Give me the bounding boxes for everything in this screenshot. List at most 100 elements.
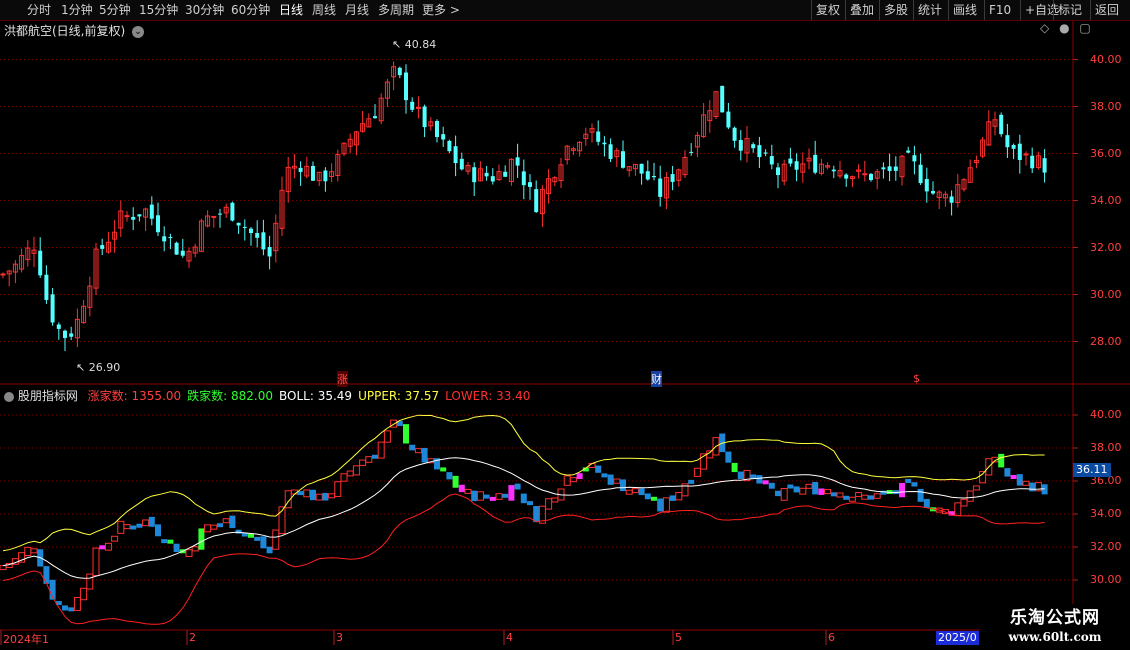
period-tab-7[interactable]: 周线 (312, 0, 336, 20)
period-tab-9[interactable]: 多周期 (378, 0, 414, 20)
indicator-bar (248, 533, 254, 538)
candle-body (490, 176, 495, 182)
date-label: 4 (506, 631, 513, 644)
window-icon[interactable]: ▢ (1079, 21, 1090, 35)
candle-body (211, 215, 217, 218)
lower-axis-label: 32.00 (1090, 540, 1122, 553)
candle-body (249, 228, 253, 234)
candle-body (521, 171, 526, 186)
candle-body (156, 215, 160, 233)
candle-body (931, 190, 935, 194)
upper-axis-label: 34.00 (1090, 193, 1122, 207)
toolbar-button-5[interactable]: F10 (984, 0, 1011, 20)
date-label: 5 (675, 631, 682, 644)
candle-body (1005, 135, 1010, 148)
indicator-bar (328, 493, 336, 499)
period-tab-3[interactable]: 15分钟 (139, 0, 178, 20)
candle-body (1042, 158, 1047, 173)
indicator-title[interactable]: 股朋指标网 (18, 389, 78, 403)
candle-body (50, 294, 55, 323)
period-tab-6[interactable]: 日线 (279, 0, 303, 20)
indicator-bar (191, 546, 199, 552)
event-marker-cai[interactable]: 财 (651, 371, 662, 387)
indicator-bar (972, 485, 980, 491)
candle-body (528, 182, 532, 187)
candle-body (751, 144, 756, 149)
candle-body (56, 324, 61, 329)
indicator-bar (1016, 474, 1023, 486)
toolbar-button-2[interactable]: 多股 (879, 0, 908, 20)
indicator-bar (1022, 480, 1030, 486)
indicator-value-2: BOLL: 35.49 (279, 389, 353, 403)
period-tab-10[interactable]: 更多 > (422, 0, 460, 20)
toolbar-button-mark[interactable]: 标记 (1053, 0, 1082, 20)
indicator-bar (92, 547, 100, 577)
diamond-icon[interactable]: ◇ (1040, 21, 1049, 35)
indicator-bar (563, 475, 571, 486)
indicator-bar (440, 467, 447, 472)
candle-body (0, 273, 6, 276)
indicator-bar (161, 539, 168, 544)
indicator-bar (843, 495, 850, 500)
indicator-bar (476, 491, 484, 501)
period-tab-5[interactable]: 60分钟 (231, 0, 270, 20)
indicator-bar (638, 488, 645, 496)
kline-chart[interactable] (0, 0, 1130, 650)
candle-body (137, 214, 142, 217)
watermark-title: 乐淘公式网 (1010, 608, 1100, 628)
indicator-bar (222, 518, 230, 524)
upper-axis-label: 28.00 (1090, 334, 1122, 348)
dropdown-icon[interactable]: ⌄ (132, 25, 145, 38)
indicator-bar (830, 492, 837, 497)
indicator-bar (669, 495, 676, 501)
event-marker-zhang[interactable]: 涨 (337, 371, 348, 387)
candle-body (311, 165, 315, 181)
toolbar-button-0[interactable]: 复权 (811, 0, 840, 20)
indicator-bar (310, 489, 316, 501)
toolbar-button-4[interactable]: 画线 (948, 0, 977, 20)
candle-body (236, 222, 241, 226)
indicator-bar (136, 523, 143, 528)
indicator-value-0: 涨家数: 1355.00 (87, 389, 182, 403)
toolbar-button-3[interactable]: 统计 (913, 0, 942, 20)
toolbar-button-7[interactable]: 返回 (1090, 0, 1119, 20)
indicator-bar (657, 498, 664, 512)
event-marker-dividend[interactable]: $ (913, 372, 920, 385)
indicator-bar (458, 484, 465, 493)
candle-body (949, 196, 954, 203)
indicator-bar (1029, 482, 1036, 492)
period-tab-1[interactable]: 1分钟 (61, 0, 93, 20)
candle-body (218, 213, 222, 215)
indicator-bar (514, 483, 521, 490)
indicator-bar (923, 498, 930, 508)
candle-body (918, 164, 923, 184)
dot-icon[interactable]: ● (1059, 21, 1069, 35)
indicator-collapse-icon[interactable] (4, 391, 14, 402)
low-price-value: 26.90 (88, 361, 121, 374)
toolbar-button-1[interactable]: 叠加 (845, 0, 874, 20)
candle-body (459, 158, 464, 170)
indicator-bar (793, 486, 800, 493)
candle-body (887, 166, 892, 171)
candle-body (893, 166, 898, 171)
candle-body (453, 146, 458, 164)
stock-title[interactable]: 洪都航空(日线,前复权) (4, 24, 125, 38)
indicator-bar (601, 473, 608, 478)
period-tab-8[interactable]: 月线 (345, 0, 369, 20)
indicator-bar (812, 481, 819, 495)
period-tab-0[interactable]: 分时 (27, 0, 51, 20)
grid-lines (0, 20, 1130, 645)
period-tab-4[interactable]: 30分钟 (185, 0, 224, 20)
candle-body (769, 156, 774, 165)
indicator-bar (229, 515, 236, 529)
candle-body (484, 172, 489, 177)
lower-axis-label: 40.00 (1090, 408, 1122, 421)
indicator-bar (464, 488, 472, 494)
upper-axis-label: 40.00 (1090, 52, 1122, 66)
period-tab-2[interactable]: 5分钟 (99, 0, 131, 20)
candle-body (720, 85, 725, 113)
candle-body (38, 250, 43, 276)
indicator-bar (372, 454, 378, 459)
indicator-value-3: UPPER: 37.57 (358, 389, 440, 403)
candle-body (639, 163, 644, 174)
